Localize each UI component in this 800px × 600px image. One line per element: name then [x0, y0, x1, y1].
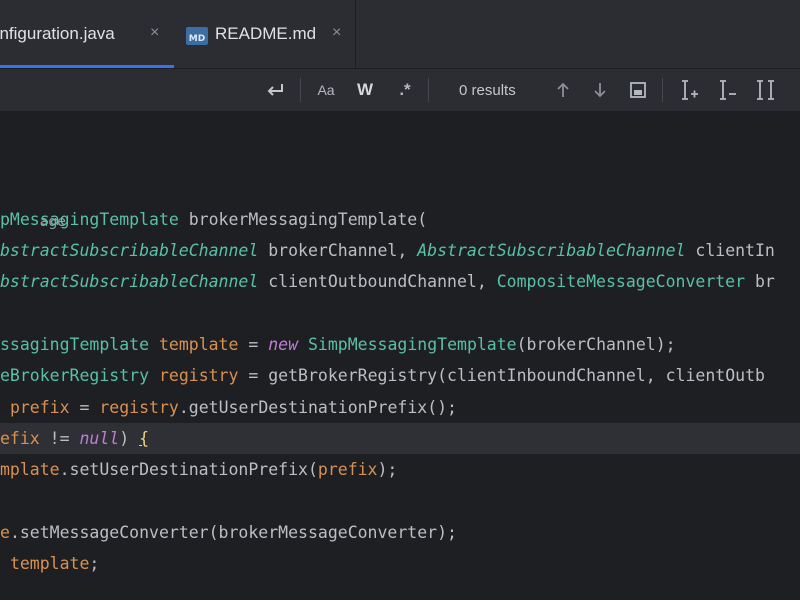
code-token: mplate [0, 460, 60, 479]
code-line: pMessagingTemplate brokerMessagingTempla… [0, 204, 800, 235]
remove-caret-icon[interactable] [714, 69, 740, 111]
code-token: AbstractSubscribableChannel [417, 241, 686, 260]
code-token: ) [119, 429, 140, 448]
code-line: ssagingTemplate template = new SimpMessa… [0, 329, 800, 360]
code-line: age [0, 174, 800, 230]
close-tab-icon[interactable]: × [332, 24, 341, 42]
code-token: .setUserDestinationPrefix( [59, 460, 318, 479]
match-case-icon[interactable]: Aa [313, 69, 339, 111]
code-editor[interactable]: age pMessagingTemplate brokerMessagingTe… [0, 112, 800, 600]
in-selection-icon[interactable] [626, 69, 650, 111]
close-tab-icon[interactable]: × [150, 24, 159, 42]
newline-icon[interactable] [262, 69, 288, 111]
code-token: .setMessageConverter(brokerMessageConver… [9, 523, 457, 542]
code-token: null [79, 429, 120, 448]
code-token: e [0, 523, 10, 542]
code-token: != [39, 429, 80, 448]
code-line: eBrokerRegistry registry = getBrokerRegi… [0, 360, 800, 391]
find-toolbar: Aa W .* 0 results [0, 69, 800, 112]
up-arrow-icon[interactable] [551, 69, 575, 111]
toolbar-separator [428, 78, 429, 102]
whole-words-icon[interactable]: W [352, 69, 378, 111]
code-token: br [745, 272, 775, 291]
code-token: clientOutboundChannel, [258, 272, 497, 291]
code-token: registry [99, 398, 179, 417]
editor-tab-bar: onfiguration.java × MD README.md × [0, 0, 800, 69]
code-line: mplate.setUserDestinationPrefix(prefix); [0, 454, 800, 485]
code-token: clientIn [685, 241, 775, 260]
code-token: = getBrokerRegistry(clientInboundChannel… [238, 366, 765, 385]
toolbar-separator [300, 78, 301, 102]
code-line: e.setMessageConverter(brokerMessageConve… [0, 517, 800, 548]
search-results-count: 0 results [459, 81, 516, 99]
code-token: template [158, 335, 239, 354]
code-token: eBrokerRegistry [0, 366, 150, 385]
code-token: ); [377, 460, 398, 479]
code-token: registry [158, 366, 239, 385]
code-token: brokerMessagingTemplate( [178, 210, 428, 229]
add-caret-icon[interactable] [676, 69, 702, 111]
select-all-occurrences-icon[interactable] [753, 69, 779, 111]
code-token: { [139, 429, 150, 448]
code-token: pMessagingTemplate [0, 210, 179, 229]
code-token: SimpMessagingTemplate [308, 335, 517, 354]
tab-label: onfiguration.java [0, 24, 115, 43]
code-token: bstractSubscribableChannel [0, 241, 259, 260]
code-token: bstractSubscribableChannel [0, 272, 259, 291]
code-line: template; [0, 548, 800, 579]
code-token: prefix [317, 460, 378, 479]
code-line: bstractSubscribableChannel brokerChannel… [0, 235, 800, 266]
down-arrow-icon[interactable] [588, 69, 612, 111]
code-token: efix [0, 429, 40, 448]
code-token: ssagingTemplate [0, 335, 150, 354]
code-token: (brokerChannel); [516, 335, 676, 354]
markdown-file-icon: MD [186, 27, 208, 45]
regex-icon[interactable]: .* [392, 69, 418, 111]
toolbar-separator [662, 78, 663, 102]
code-token: = [69, 398, 100, 417]
code-token: template [9, 554, 90, 573]
code-line: bstractSubscribableChannel clientOutboun… [0, 266, 800, 297]
code-token: CompositeMessageConverter [496, 272, 746, 291]
code-token: brokerChannel, [258, 241, 418, 260]
code-token: .getUserDestinationPrefix(); [178, 398, 457, 417]
code-line-current: efix != null) { [0, 423, 800, 454]
code-token: ; [89, 554, 100, 573]
code-token: prefix [9, 398, 70, 417]
tab-label: README.md [215, 24, 317, 43]
code-token: = [238, 335, 269, 354]
code-token: new [268, 335, 299, 354]
tab-configuration-java[interactable]: onfiguration.java × [0, 0, 174, 68]
code-line: prefix = registry.getUserDestinationPref… [0, 392, 800, 423]
tab-readme-md[interactable]: MD README.md × [176, 0, 356, 68]
